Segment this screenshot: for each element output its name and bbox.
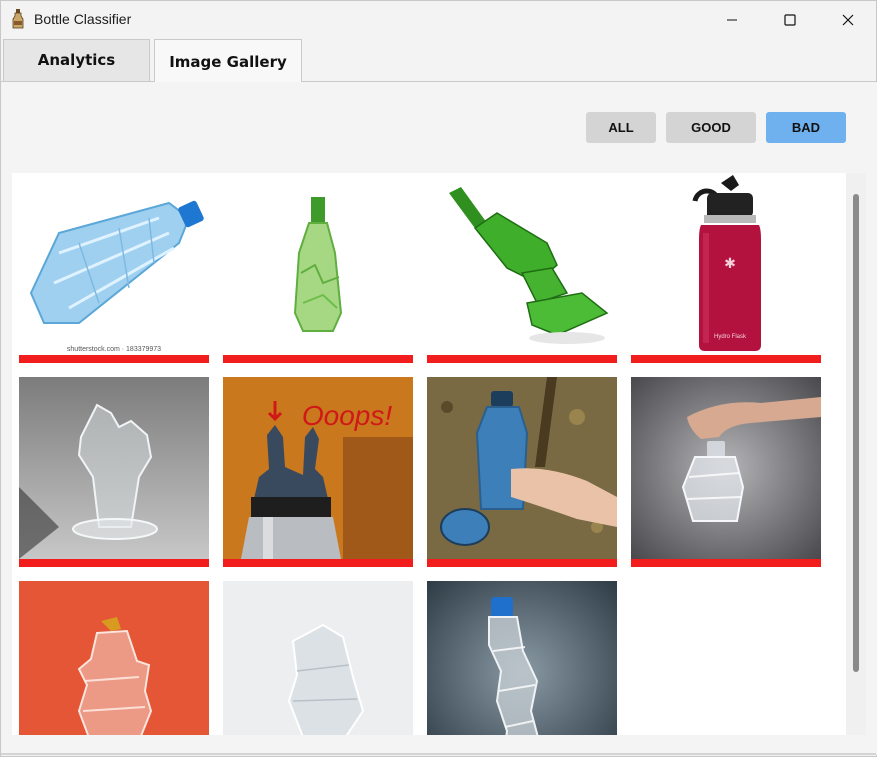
bad-label-bar <box>427 559 617 567</box>
minimize-button[interactable] <box>703 1 761 38</box>
window-title: Bottle Classifier <box>34 11 132 27</box>
filter-all-button[interactable]: ALL <box>586 112 656 143</box>
bad-label-bar <box>19 559 209 567</box>
filter-good-button[interactable]: GOOD <box>666 112 756 143</box>
minimize-icon <box>727 19 737 20</box>
title-bar: Bottle Classifier <box>1 1 876 38</box>
bottle-app-icon <box>12 9 24 29</box>
gallery-item[interactable] <box>427 377 617 573</box>
crushed-bottle-red-bg-image <box>19 581 209 735</box>
svg-text:✱: ✱ <box>724 256 736 272</box>
gallery-item[interactable]: ✱ Hydro Flask <box>631 173 821 369</box>
gallery-item[interactable] <box>427 581 617 735</box>
crumpled-bottle-white-image <box>223 581 413 735</box>
maximize-button[interactable] <box>761 1 819 38</box>
gallery-item[interactable] <box>19 581 209 735</box>
bad-label-bar <box>631 355 821 363</box>
gallery-scrollbar[interactable] <box>846 173 866 735</box>
gallery-item[interactable] <box>223 173 413 369</box>
scrollbar-thumb[interactable] <box>853 194 859 672</box>
gallery-panel: ALL GOOD BAD shutterstock.com · 18337997… <box>2 82 877 755</box>
bad-label-bar <box>19 355 209 363</box>
tab-bar: Analytics Image Gallery <box>1 38 876 83</box>
brand-text: Hydro Flask <box>714 334 747 340</box>
gallery-item[interactable] <box>427 173 617 369</box>
watermark-caption: shutterstock.com · 183379973 <box>67 346 161 353</box>
blue-bottle-in-hand-image <box>427 377 617 559</box>
broken-bottle-cap-image: Ooops! <box>223 377 413 559</box>
gallery-item[interactable] <box>19 377 209 573</box>
app-window: Bottle Classifier Analytics Image Galler… <box>0 0 877 757</box>
gallery-item[interactable]: Ooops! <box>223 377 413 573</box>
shattered-green-bottle-image <box>427 173 617 355</box>
close-button[interactable] <box>819 1 877 38</box>
pink-insulated-bottle-image: ✱ Hydro Flask <box>631 173 821 355</box>
ooops-overlay-text: Ooops! <box>302 400 392 431</box>
crushed-bottle-blue-cap-image <box>427 581 617 735</box>
gallery-item[interactable] <box>223 581 413 735</box>
tab-analytics[interactable]: Analytics <box>3 39 150 82</box>
image-gallery-grid: shutterstock.com · 183379973 ✱ Hydro Fla… <box>12 173 846 735</box>
bad-label-bar <box>631 559 821 567</box>
gallery-item[interactable]: shutterstock.com · 183379973 <box>19 173 209 369</box>
crumpled-bottle-fingers-image <box>631 377 821 559</box>
close-icon <box>842 14 854 25</box>
crushed-plastic-bottle-image: shutterstock.com · 183379973 <box>19 173 209 355</box>
broken-green-bottle-image <box>223 173 413 355</box>
filter-bad-button[interactable]: BAD <box>766 112 846 143</box>
gallery-item[interactable] <box>631 377 821 573</box>
bad-label-bar <box>427 355 617 363</box>
maximize-icon <box>784 13 796 26</box>
tab-image-gallery[interactable]: Image Gallery <box>154 39 302 83</box>
broken-clear-glass-image <box>19 377 209 559</box>
bad-label-bar <box>223 559 413 567</box>
bad-label-bar <box>223 355 413 363</box>
